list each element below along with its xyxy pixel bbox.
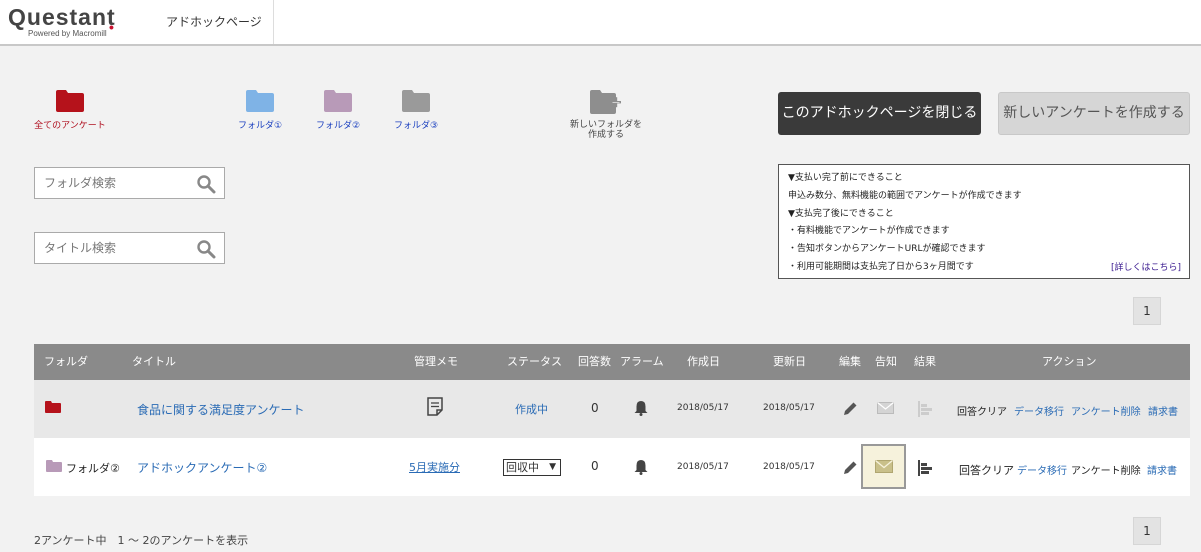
header-title: タイトル [132, 355, 176, 368]
header-created: 作成日 [687, 355, 720, 368]
header-response-count: 回答数 [578, 355, 611, 368]
bar-chart-icon[interactable] [918, 460, 934, 476]
data-migration-link[interactable]: データ移行 [1017, 462, 1067, 477]
data-migration-link[interactable]: データ移行 [1014, 403, 1064, 418]
bar-chart-icon [918, 401, 932, 417]
info-line: 申込み数分、無料機能の範囲でアンケートが作成できます [788, 190, 1022, 201]
notice-button[interactable] [861, 444, 906, 489]
invoice-link[interactable]: 請求書 [1147, 462, 1177, 477]
response-count: 0 [591, 459, 599, 473]
results-summary: 2アンケート中 1 ～ 2のアンケートを表示 [34, 534, 249, 547]
folder-icon [45, 401, 61, 413]
folder-plus-icon [590, 90, 621, 114]
folder-icon [56, 90, 84, 112]
survey-title-link[interactable]: 食品に関する満足度アンケート [137, 401, 305, 418]
folder-3[interactable]: フォルダ③ [381, 90, 451, 131]
header-memo: 管理メモ [414, 355, 458, 368]
delete-survey-link[interactable]: アンケート削除 [1071, 462, 1141, 477]
info-line: ・有料機能でアンケートが作成できます [788, 226, 950, 237]
response-count: 0 [591, 401, 599, 415]
header-action: アクション [1042, 355, 1097, 368]
memo-link[interactable]: 5月実施分 [409, 459, 460, 475]
updated-date: 2018/05/17 [763, 403, 815, 413]
status-text[interactable]: 作成中 [515, 401, 548, 417]
folder-icon [46, 460, 62, 472]
table-header: フォルダ タイトル 管理メモ ステータス 回答数 アラーム 作成日 更新日 編集… [34, 344, 1190, 380]
folder-label: 全てのアンケート [34, 121, 106, 131]
folder-name: フォルダ② [66, 462, 120, 475]
folder-search[interactable] [34, 167, 225, 199]
folder-label: フォルダ③ [393, 121, 439, 131]
header-folder: フォルダ [44, 355, 88, 368]
search-icon[interactable] [196, 239, 216, 259]
title-search-input[interactable] [35, 233, 185, 263]
new-folder-label-1: 新しいフォルダを [569, 120, 642, 130]
new-folder-button[interactable]: 新しいフォルダを 作成する [560, 90, 652, 140]
title-search[interactable] [34, 232, 225, 264]
folder-search-input[interactable] [35, 168, 185, 198]
table-row: 食品に関する満足度アンケート 作成中 0 2018/05/17 2018/05/… [34, 380, 1190, 438]
header-edit: 編集 [839, 355, 861, 368]
survey-title-link[interactable]: アドホックアンケート② [137, 459, 267, 476]
mail-icon [875, 460, 893, 473]
search-icon[interactable] [196, 174, 216, 194]
questant-logo[interactable]: Questant • Powered by Macromill [8, 4, 116, 38]
header-bar: Questant • Powered by Macromill アドホックページ [0, 0, 1201, 46]
bell-icon[interactable] [634, 400, 648, 416]
header-result: 結果 [914, 355, 936, 368]
folder-icon [324, 90, 352, 112]
mail-icon [877, 402, 894, 414]
header-updated: 更新日 [773, 355, 806, 368]
clear-responses-button[interactable]: 回答クリア [957, 403, 1007, 418]
status-select[interactable]: 回収中 ▼ [503, 459, 561, 476]
details-link[interactable]: [詳しくはこちら] [1111, 260, 1181, 273]
header-notice: 告知 [875, 355, 897, 368]
info-line: ▼支払い完了前にできること [788, 173, 903, 183]
tab-adhoc-page[interactable]: アドホックページ [148, 0, 274, 44]
header-status: ステータス [507, 355, 562, 368]
status-selected-value: 回収中 [506, 461, 539, 474]
chevron-down-icon: ▼ [549, 462, 556, 472]
updated-date: 2018/05/17 [763, 462, 815, 472]
pagination-page-1-bottom[interactable]: 1 [1133, 517, 1161, 545]
table-row: フォルダ② アドホックアンケート② 5月実施分 回収中 ▼ 0 2018/05/… [34, 438, 1190, 496]
logo-text: Questant • [8, 4, 116, 35]
payment-info-box: ▼支払い完了前にできること 申込み数分、無料機能の範囲でアンケートが作成できます… [778, 164, 1190, 279]
create-survey-button[interactable]: 新しいアンケートを作成する [998, 92, 1190, 135]
info-line: ▼支払完了後にできること [788, 208, 894, 219]
pagination-page-1[interactable]: 1 [1133, 297, 1161, 325]
new-folder-label-2: 作成する [587, 130, 624, 140]
pencil-icon[interactable] [842, 460, 858, 476]
memo-icon[interactable] [426, 397, 444, 417]
folder-icon [402, 90, 430, 112]
folder-2[interactable]: フォルダ② [303, 90, 373, 131]
delete-survey-link[interactable]: アンケート削除 [1071, 403, 1141, 418]
pencil-icon[interactable] [842, 401, 858, 417]
folder-icon [246, 90, 274, 112]
logo-subtext: Powered by Macromill [28, 29, 107, 38]
folder-1[interactable]: フォルダ① [225, 90, 295, 131]
invoice-link[interactable]: 請求書 [1148, 403, 1178, 418]
bell-icon[interactable] [634, 459, 648, 475]
created-date: 2018/05/17 [677, 403, 729, 413]
folder-label: フォルダ① [237, 121, 283, 131]
close-adhoc-page-button[interactable]: このアドホックページを閉じる [778, 92, 981, 135]
header-alarm: アラーム [620, 355, 664, 368]
folder-all-surveys[interactable]: 全てのアンケート [30, 90, 110, 131]
folder-label: フォルダ② [315, 121, 361, 131]
info-line: ・告知ボタンからアンケートURLが確認できます [788, 244, 986, 255]
clear-responses-button[interactable]: 回答クリア [959, 462, 1014, 478]
created-date: 2018/05/17 [677, 462, 729, 472]
